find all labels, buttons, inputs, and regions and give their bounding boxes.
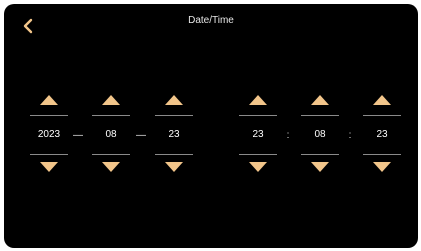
hour-increment-arrow-icon[interactable] [249, 95, 267, 105]
time-separator: : [286, 130, 290, 141]
second-value[interactable]: 23 [363, 116, 401, 154]
day-decrement-arrow-icon[interactable] [165, 162, 183, 172]
year-decrement-arrow-icon[interactable] [40, 162, 58, 172]
hour-decrement-arrow-icon[interactable] [249, 162, 267, 172]
divider [30, 154, 68, 155]
month-spinner: 08 [92, 92, 130, 172]
minute-decrement-arrow-icon[interactable] [311, 162, 329, 172]
day-value[interactable]: 23 [155, 116, 193, 154]
date-separator: — [73, 130, 83, 141]
minute-value[interactable]: 08 [301, 116, 339, 154]
date-time-screen: Date/Time 2023 — 08 — 23 23 : 08: 23 [4, 4, 418, 248]
hour-spinner: 23 [239, 92, 277, 172]
day-spinner: 23 [155, 92, 193, 172]
divider [92, 154, 130, 155]
month-value[interactable]: 08 [92, 116, 130, 154]
divider [301, 154, 339, 155]
second-spinner: 23 [363, 92, 401, 172]
year-spinner: 2023 [30, 92, 68, 172]
divider [239, 154, 277, 155]
divider [155, 154, 193, 155]
second-decrement-arrow-icon[interactable] [373, 162, 391, 172]
divider [363, 154, 401, 155]
minute-spinner: 08 [301, 92, 339, 172]
page-title: Date/Time [188, 15, 234, 26]
time-separator: : [348, 130, 352, 141]
date-separator: — [136, 130, 146, 141]
day-increment-arrow-icon[interactable] [165, 95, 183, 105]
year-value[interactable]: 2023 [30, 116, 68, 154]
minute-increment-arrow-icon[interactable] [311, 95, 329, 105]
month-decrement-arrow-icon[interactable] [102, 162, 120, 172]
hour-value[interactable]: 23 [239, 116, 277, 154]
year-increment-arrow-icon[interactable] [40, 95, 58, 105]
second-increment-arrow-icon[interactable] [373, 95, 391, 105]
month-increment-arrow-icon[interactable] [102, 95, 120, 105]
